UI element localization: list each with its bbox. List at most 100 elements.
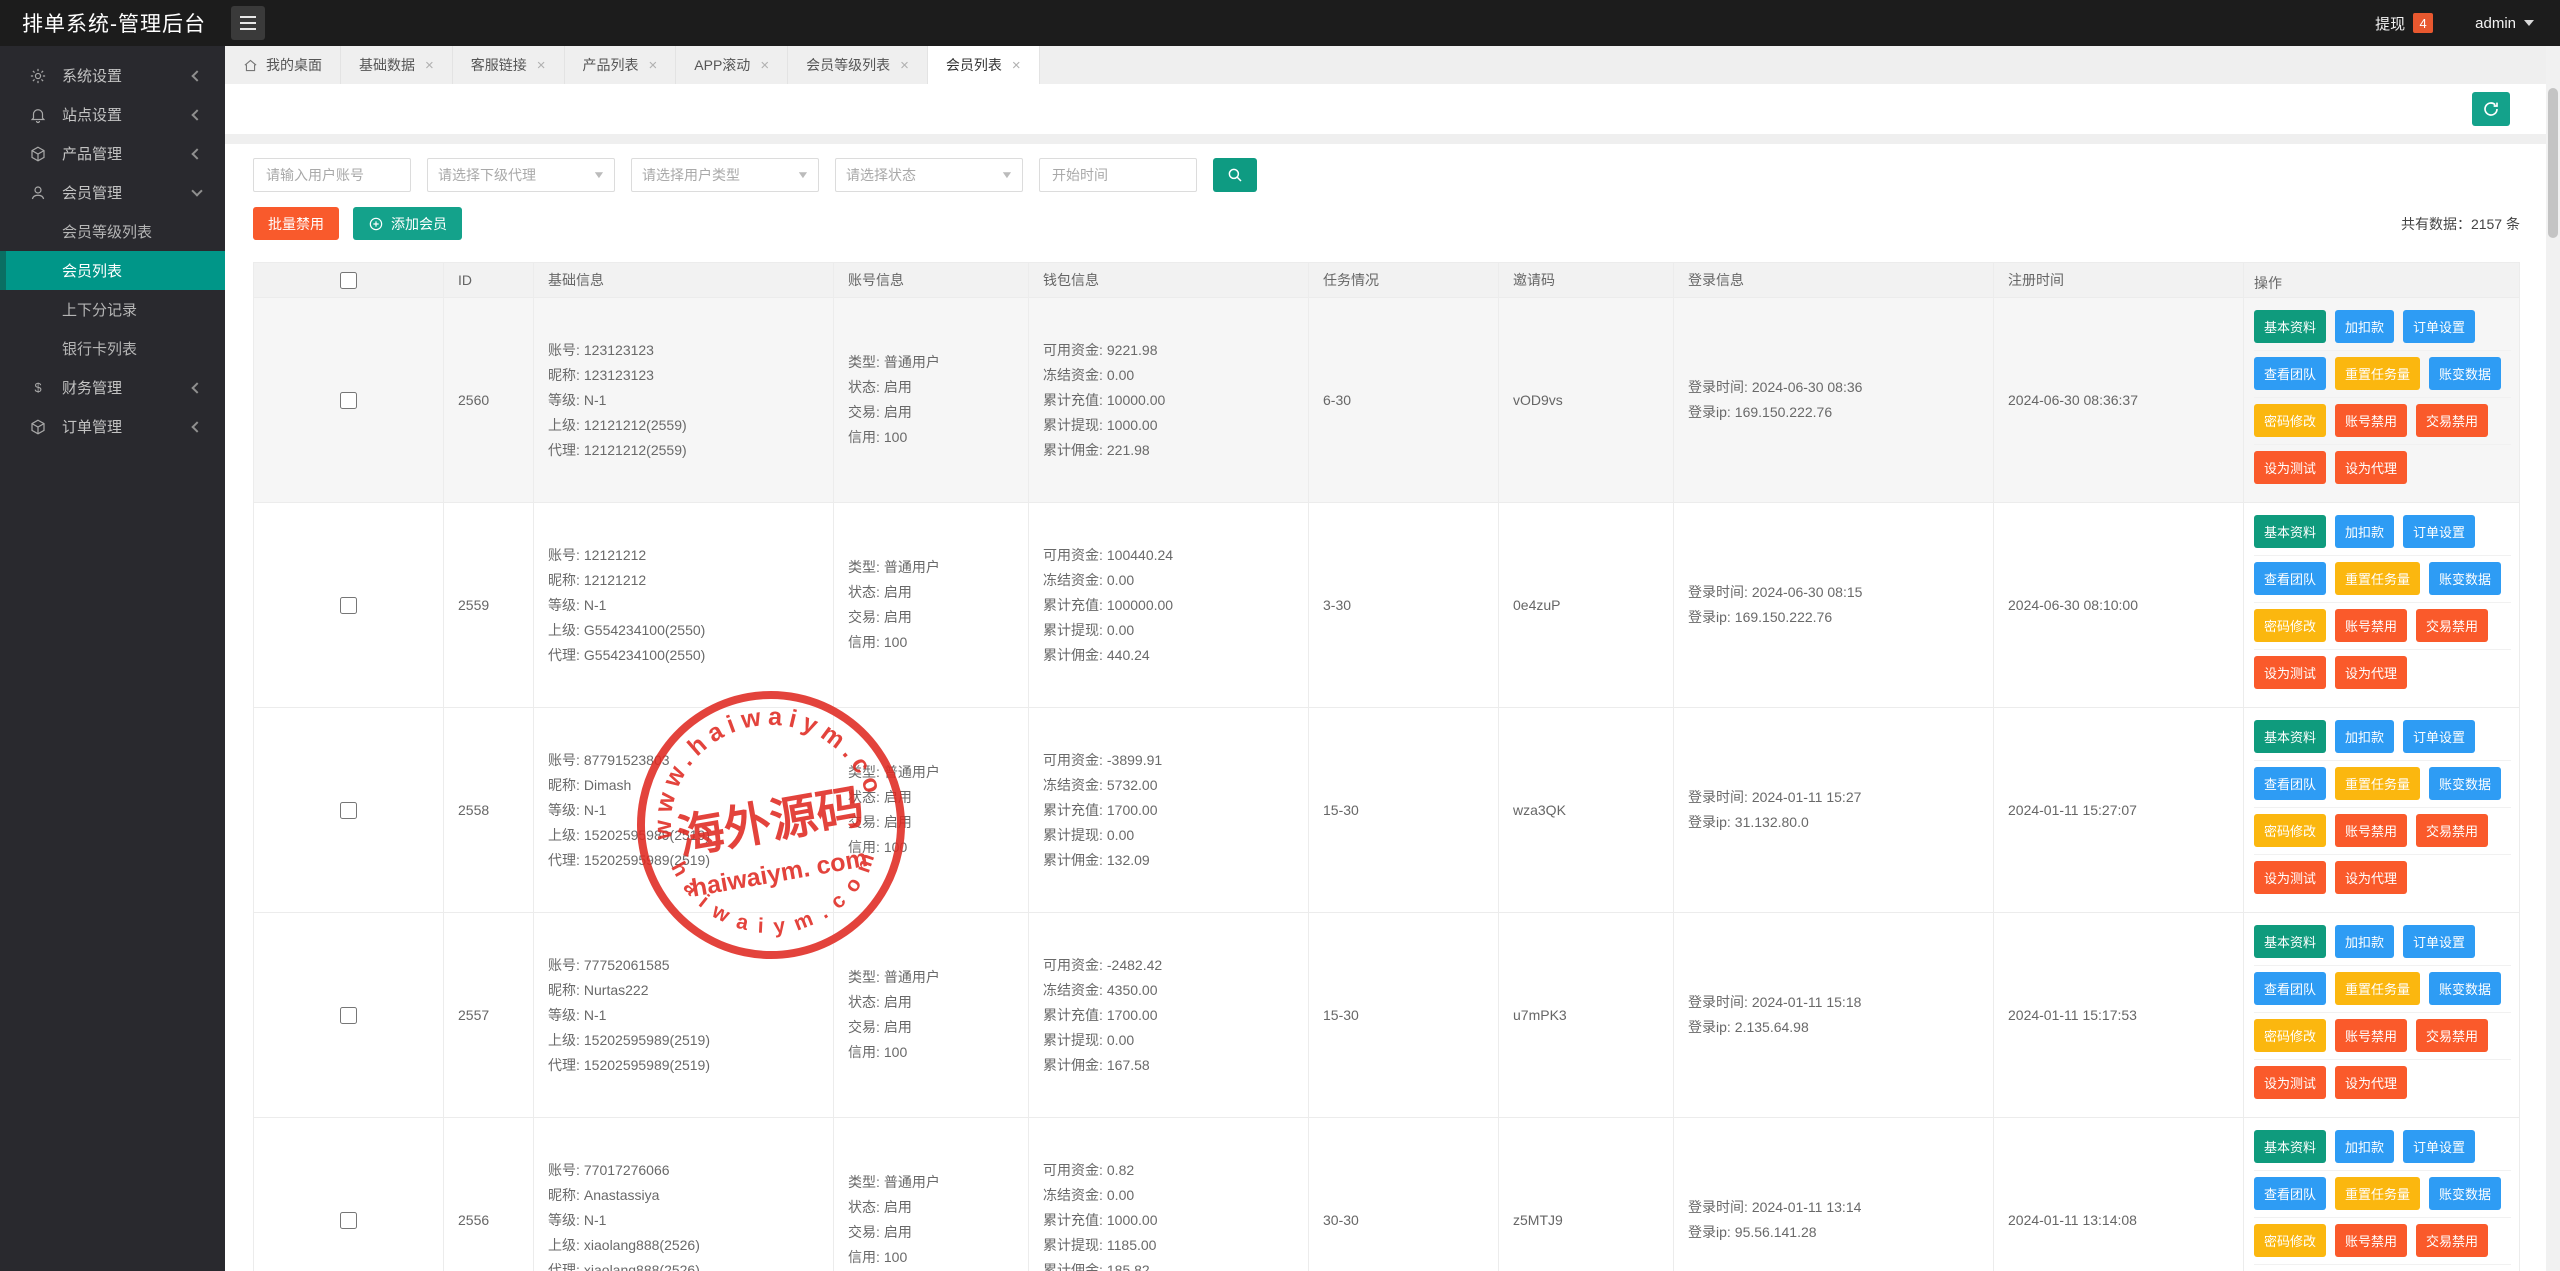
order-settings-button[interactable]: 订单设置 <box>2403 1130 2476 1163</box>
sidebar-item-order-management[interactable]: 订单管理 <box>0 407 225 446</box>
disable-account-button[interactable]: 账号禁用 <box>2335 1224 2408 1257</box>
view-team-button[interactable]: 查看团队 <box>2254 562 2327 595</box>
disable-account-button[interactable]: 账号禁用 <box>2335 1019 2408 1052</box>
balance-log-button[interactable]: 账变数据 <box>2429 357 2502 390</box>
close-icon[interactable]: × <box>760 57 769 74</box>
disable-trade-button[interactable]: 交易禁用 <box>2416 404 2489 437</box>
disable-trade-button[interactable]: 交易禁用 <box>2416 1224 2489 1257</box>
reset-task-button[interactable]: 重置任务量 <box>2335 357 2421 390</box>
add-deduct-button[interactable]: 加扣款 <box>2335 720 2395 753</box>
close-icon[interactable]: × <box>425 57 434 74</box>
sidebar-item-product-management[interactable]: 产品管理 <box>0 134 225 173</box>
sidebar-item-member-level-list[interactable]: 会员等级列表 <box>0 212 225 251</box>
balance-log-button[interactable]: 账变数据 <box>2429 562 2502 595</box>
cell-account-info: 类型: 普通用户 状态: 启用 交易: 启用 信用: 100 <box>834 1118 1029 1271</box>
sidebar-item-member-management[interactable]: 会员管理 <box>0 173 225 212</box>
change-password-button[interactable]: 密码修改 <box>2254 1224 2327 1257</box>
row-checkbox[interactable] <box>339 1211 357 1229</box>
balance-log-button[interactable]: 账变数据 <box>2429 767 2502 800</box>
set-agent-button[interactable]: 设为代理 <box>2335 861 2408 894</box>
refresh-button[interactable] <box>2472 92 2510 126</box>
close-icon[interactable]: × <box>1012 57 1021 74</box>
add-deduct-button[interactable]: 加扣款 <box>2335 515 2395 548</box>
scrollbar-track[interactable] <box>2546 46 2560 1271</box>
add-deduct-button[interactable]: 加扣款 <box>2335 1130 2395 1163</box>
tab-app-scroll[interactable]: APP滚动 × <box>676 46 789 84</box>
set-agent-button[interactable]: 设为代理 <box>2335 1066 2408 1099</box>
disable-account-button[interactable]: 账号禁用 <box>2335 404 2408 437</box>
sidebar-item-system-settings[interactable]: 系统设置 <box>0 56 225 95</box>
balance-log-button[interactable]: 账变数据 <box>2429 972 2502 1005</box>
tab-member-level-list[interactable]: 会员等级列表 × <box>788 46 928 84</box>
change-password-button[interactable]: 密码修改 <box>2254 609 2327 642</box>
user-menu[interactable]: admin <box>2475 15 2534 32</box>
row-checkbox[interactable] <box>339 801 357 819</box>
batch-disable-button[interactable]: 批量禁用 <box>253 207 339 240</box>
sidebar-item-site-settings[interactable]: 站点设置 <box>0 95 225 134</box>
scrollbar-thumb[interactable] <box>2548 88 2558 238</box>
view-team-button[interactable]: 查看团队 <box>2254 767 2327 800</box>
add-deduct-button[interactable]: 加扣款 <box>2335 310 2395 343</box>
reset-task-button[interactable]: 重置任务量 <box>2335 1177 2421 1210</box>
tab-service-links[interactable]: 客服链接 × <box>453 46 565 84</box>
sidebar-item-bank-card-list[interactable]: 银行卡列表 <box>0 329 225 368</box>
status-select[interactable]: 请选择状态 ▼ <box>835 158 1023 192</box>
view-team-button[interactable]: 查看团队 <box>2254 1177 2327 1210</box>
row-checkbox[interactable] <box>339 1006 357 1024</box>
row-checkbox[interactable] <box>339 596 357 614</box>
tab-basic-data[interactable]: 基础数据 × <box>341 46 453 84</box>
set-test-button[interactable]: 设为测试 <box>2254 656 2327 689</box>
tab-my-desktop[interactable]: 我的桌面 <box>225 46 341 84</box>
set-agent-button[interactable]: 设为代理 <box>2335 451 2408 484</box>
search-button[interactable] <box>1213 158 1257 192</box>
disable-trade-button[interactable]: 交易禁用 <box>2416 814 2489 847</box>
withdraw-menu[interactable]: 提现 4 <box>2375 13 2434 34</box>
set-test-button[interactable]: 设为测试 <box>2254 861 2327 894</box>
disable-trade-button[interactable]: 交易禁用 <box>2416 609 2489 642</box>
order-settings-button[interactable]: 订单设置 <box>2403 310 2476 343</box>
row-checkbox[interactable] <box>339 391 357 409</box>
hamburger-menu-icon[interactable] <box>231 6 265 40</box>
order-settings-button[interactable]: 订单设置 <box>2403 925 2476 958</box>
set-test-button[interactable]: 设为测试 <box>2254 1066 2327 1099</box>
disable-account-button[interactable]: 账号禁用 <box>2335 609 2408 642</box>
tab-product-list[interactable]: 产品列表 × <box>565 46 677 84</box>
cell-invite-code: vOD9vs <box>1499 298 1674 502</box>
order-settings-button[interactable]: 订单设置 <box>2403 515 2476 548</box>
change-password-button[interactable]: 密码修改 <box>2254 1019 2327 1052</box>
set-agent-button[interactable]: 设为代理 <box>2335 656 2408 689</box>
start-time-input[interactable] <box>1039 158 1197 192</box>
disable-trade-button[interactable]: 交易禁用 <box>2416 1019 2489 1052</box>
close-icon[interactable]: × <box>537 57 546 74</box>
account-search-input[interactable] <box>253 158 411 192</box>
basic-profile-button[interactable]: 基本资料 <box>2254 515 2327 548</box>
header-invite-code: 邀请码 <box>1499 263 1674 297</box>
close-icon[interactable]: × <box>649 57 658 74</box>
reset-task-button[interactable]: 重置任务量 <box>2335 562 2421 595</box>
agent-select[interactable]: 请选择下级代理 ▼ <box>427 158 615 192</box>
disable-account-button[interactable]: 账号禁用 <box>2335 814 2408 847</box>
reset-task-button[interactable]: 重置任务量 <box>2335 972 2421 1005</box>
sidebar-item-updown-records[interactable]: 上下分记录 <box>0 290 225 329</box>
reset-task-button[interactable]: 重置任务量 <box>2335 767 2421 800</box>
bell-icon <box>28 105 48 125</box>
basic-profile-button[interactable]: 基本资料 <box>2254 720 2327 753</box>
basic-profile-button[interactable]: 基本资料 <box>2254 310 2327 343</box>
change-password-button[interactable]: 密码修改 <box>2254 404 2327 437</box>
set-test-button[interactable]: 设为测试 <box>2254 451 2327 484</box>
select-all-checkbox[interactable] <box>339 271 357 289</box>
basic-profile-button[interactable]: 基本资料 <box>2254 925 2327 958</box>
change-password-button[interactable]: 密码修改 <box>2254 814 2327 847</box>
add-deduct-button[interactable]: 加扣款 <box>2335 925 2395 958</box>
add-member-button[interactable]: 添加会员 <box>353 207 462 240</box>
balance-log-button[interactable]: 账变数据 <box>2429 1177 2502 1210</box>
order-settings-button[interactable]: 订单设置 <box>2403 720 2476 753</box>
view-team-button[interactable]: 查看团队 <box>2254 357 2327 390</box>
close-icon[interactable]: × <box>900 57 909 74</box>
sidebar-item-member-list[interactable]: 会员列表 <box>0 251 225 290</box>
view-team-button[interactable]: 查看团队 <box>2254 972 2327 1005</box>
user-type-select[interactable]: 请选择用户类型 ▼ <box>631 158 819 192</box>
tab-member-list[interactable]: 会员列表 × <box>927 46 1040 84</box>
basic-profile-button[interactable]: 基本资料 <box>2254 1130 2327 1163</box>
sidebar-item-finance-management[interactable]: $ 财务管理 <box>0 368 225 407</box>
